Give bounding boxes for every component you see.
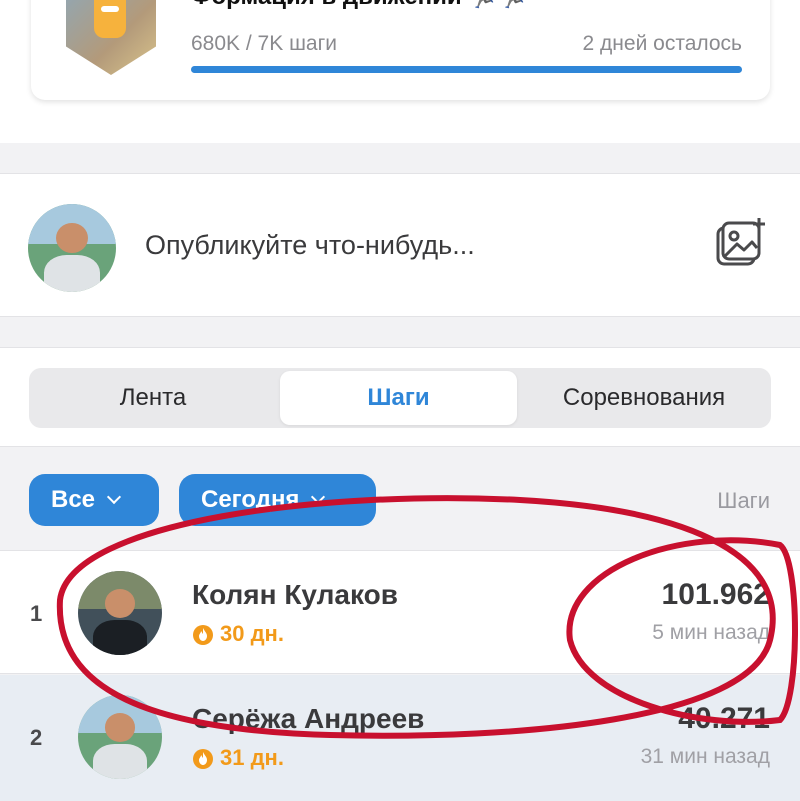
chevron-down-icon [311,489,326,505]
avatar [78,695,162,779]
steps-count: 40.271 [678,702,770,735]
mascot-icon [94,0,126,38]
steps-count: 101.962 [661,578,770,611]
challenge-image [66,0,156,75]
filter-all-label: Все [51,486,96,513]
challenge-progress-text: 680K / 7K шаги [191,32,337,55]
progress-fill [191,66,742,73]
composer-placeholder[interactable]: Опубликуйте что-нибудь... [145,230,475,261]
timestamp: 31 мин назад [640,745,770,768]
tab-competitions[interactable]: Соревнования [521,371,767,425]
user-name: Серёжа Андреев [192,703,425,734]
streak: 31 дн. [192,745,284,771]
challenge-section: Формация в движении 🏃‍♂️🏃 680K / 7K шаги… [0,0,800,143]
tabs-section: Лента Шаги Соревнования [0,347,800,447]
avatar [28,204,116,292]
timestamp: 5 мин назад [652,621,770,644]
flame-icon [193,625,213,645]
post-composer[interactable]: Опубликуйте что-нибудь... [0,173,800,317]
streak-label: 31 дн. [220,745,284,770]
tab-feed[interactable]: Лента [33,371,273,425]
flame-icon [193,749,213,769]
avatar [78,571,162,655]
user-name: Колян Кулаков [192,579,398,610]
add-photo-icon[interactable] [712,216,768,272]
tab-steps[interactable]: Шаги [280,371,517,425]
streak: 30 дн. [192,621,284,647]
rank: 1 [30,601,43,626]
filter-all-button[interactable]: Все [29,474,159,526]
leaderboard-row[interactable]: 1 Колян Кулаков 30 дн. 101.962 5 мин наз… [0,550,800,674]
challenge-card[interactable]: Формация в движении 🏃‍♂️🏃 680K / 7K шаги… [31,0,770,100]
filter-period-label: Сегодня [201,486,300,513]
challenge-title: Формация в движении 🏃‍♂️🏃 [191,0,528,11]
challenge-progress-bar [191,66,742,73]
rank: 2 [30,725,43,750]
filters-bar: Все Сегодня Шаги [0,448,800,550]
steps-column-header: Шаги [717,488,770,513]
filter-period-button[interactable]: Сегодня [179,474,376,526]
segmented-control: Лента Шаги Соревнования [29,368,771,428]
streak-label: 30 дн. [220,621,284,646]
chevron-down-icon [106,489,122,505]
leaderboard-row[interactable]: 2 Серёжа Андреев 31 дн. 40.271 31 мин на… [0,675,800,801]
challenge-days-left: 2 дней осталось [582,32,742,55]
